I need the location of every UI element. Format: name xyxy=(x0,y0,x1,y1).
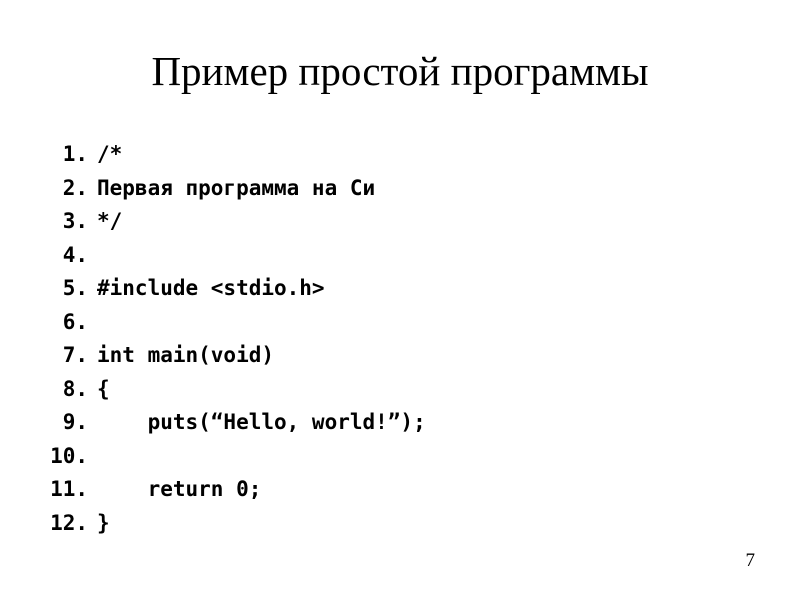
line-number: 12. xyxy=(50,510,88,535)
code-line: 9. puts(“Hello, world!”); xyxy=(0,406,800,440)
line-code: puts(“Hello, world!”); xyxy=(97,410,426,434)
line-number: 8. xyxy=(62,376,88,401)
line-number: 5. xyxy=(62,276,88,300)
code-line: 7. int main(void) xyxy=(0,339,800,373)
code-line: 12. } xyxy=(0,507,800,541)
code-line: 1. /* xyxy=(0,138,800,172)
code-line: 2. Первая программа на Си xyxy=(0,172,800,206)
line-code: */ xyxy=(97,209,123,233)
slide: Пример простой программы 1. /* 2. Первая… xyxy=(0,0,800,600)
line-code: Первая программа на Си xyxy=(97,175,376,200)
line-number: 4. xyxy=(62,242,88,267)
line-code: } xyxy=(97,510,110,535)
code-listing: 1. /* 2. Первая программа на Си 3. */ 4.… xyxy=(0,138,800,540)
line-code: int main(void) xyxy=(97,343,275,367)
code-line: 5. #include <stdio.h> xyxy=(0,272,800,306)
code-line: 3. */ xyxy=(0,205,800,239)
code-line: 6. xyxy=(0,306,800,340)
line-number: 6. xyxy=(62,309,88,334)
line-code: { xyxy=(97,376,110,401)
line-number: 2. xyxy=(62,175,88,200)
line-number: 11. xyxy=(50,477,88,501)
page-title: Пример простой программы xyxy=(151,48,649,94)
code-line: 4. xyxy=(0,239,800,273)
line-code: #include <stdio.h> xyxy=(97,276,325,300)
line-code: /* xyxy=(97,142,123,166)
code-line: 10. xyxy=(0,440,800,474)
line-number: 1. xyxy=(62,142,88,166)
line-number: 7. xyxy=(62,343,88,367)
line-number: 9. xyxy=(62,410,88,434)
code-line: 8. { xyxy=(0,373,800,407)
page-number: 7 xyxy=(745,550,756,571)
line-code: return 0; xyxy=(97,477,262,501)
line-number: 3. xyxy=(62,209,88,233)
line-number: 10. xyxy=(50,443,88,468)
code-line: 11. return 0; xyxy=(0,473,800,507)
